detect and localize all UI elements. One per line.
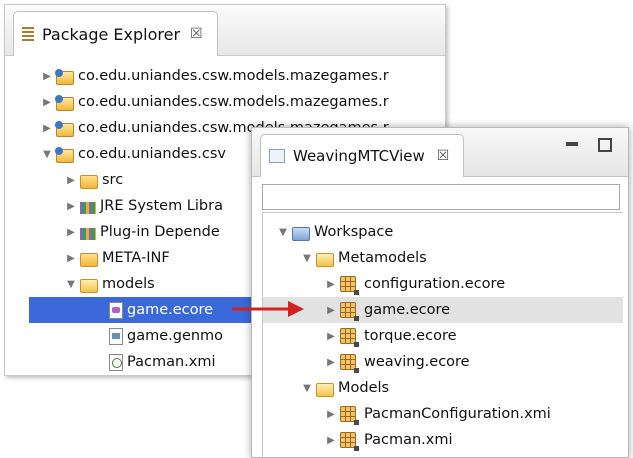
- weaving-mtc-view-panel: WeavingMTCView ☒ ▼ Workspace ▼ Metamodel…: [251, 127, 629, 458]
- tree-item-label: co.edu.uniandes.csw.models.mazegames.r: [78, 68, 389, 84]
- tree-item-label: configuration.ecore: [364, 276, 506, 292]
- tree-item-workspace[interactable]: ▼ Workspace: [277, 219, 393, 245]
- ecore-file-icon: [109, 301, 123, 319]
- tree-item-label: game.ecore: [364, 302, 451, 318]
- folder-icon: [80, 253, 98, 267]
- tree-item-label: game.ecore: [127, 302, 214, 318]
- expand-arrow-icon[interactable]: ▶: [325, 435, 337, 446]
- close-icon[interactable]: ☒: [437, 148, 450, 164]
- plugin-project-icon: [55, 147, 74, 163]
- weaving-view-titlebar: WeavingMTCView ☒: [252, 128, 628, 177]
- folder-open-icon: [316, 253, 334, 267]
- tree-item-game-ecore-highlighted[interactable]: ▶ game.ecore: [263, 297, 623, 323]
- tab-weaving-mtc-view[interactable]: WeavingMTCView ☒: [260, 134, 465, 177]
- expand-arrow-icon[interactable]: ▶: [325, 357, 337, 368]
- mapping-arrow-head: [288, 301, 304, 317]
- tree-item-meta-inf[interactable]: ▶ META-INF: [65, 245, 170, 271]
- weaving-view-icon: [269, 149, 285, 163]
- tree-item-label: game.genmo: [127, 328, 224, 344]
- model-icon: [340, 432, 359, 451]
- tree-item-metamodels[interactable]: ▼ Metamodels: [301, 245, 427, 271]
- tree-item-label: PacmanConfiguration.xmi: [364, 406, 551, 422]
- expand-arrow-icon[interactable]: ▶: [325, 305, 337, 316]
- collapse-arrow-icon[interactable]: ▼: [301, 253, 313, 264]
- tree-item-label: co.edu.uniandes.csv: [78, 146, 227, 162]
- tree-item-project-2[interactable]: ▶ co.edu.uniandes.csw.models.mazegames.r: [41, 89, 389, 115]
- tree-item-torque-ecore[interactable]: ▶ torque.ecore: [325, 323, 457, 349]
- tree-item-project-1[interactable]: ▶ co.edu.uniandes.csw.models.mazegames.r: [41, 63, 389, 89]
- collapse-arrow-icon[interactable]: ▼: [277, 227, 289, 238]
- expand-arrow-icon[interactable]: ▶: [65, 253, 77, 264]
- metamodel-icon: [340, 276, 359, 295]
- expand-arrow-icon[interactable]: ▶: [65, 227, 77, 238]
- tree-item-label: Pacman.xmi: [127, 354, 216, 370]
- tree-item-label: weaving.ecore: [364, 354, 470, 370]
- library-icon: [80, 202, 96, 214]
- tree-item-label: JRE System Libra: [100, 198, 223, 214]
- tree-item-src[interactable]: ▶ src: [65, 167, 123, 193]
- tree-item-label: models: [102, 276, 155, 292]
- tree-item-models[interactable]: ▼ Models: [301, 375, 389, 401]
- folder-open-icon: [316, 383, 334, 397]
- mapping-arrow: [232, 301, 304, 317]
- tree-item-label: src: [102, 172, 124, 188]
- tree-item-label: Pacman.xmi: [364, 432, 453, 448]
- tree-item-configuration-ecore[interactable]: ▶ configuration.ecore: [325, 271, 505, 297]
- package-explorer-icon: [22, 27, 34, 41]
- tree-item-label: Metamodels: [338, 250, 427, 266]
- tree-item-project-4[interactable]: ▼ co.edu.uniandes.csv: [41, 141, 226, 167]
- tab-label: WeavingMTCView: [293, 147, 425, 165]
- genmodel-file-icon: [109, 327, 123, 345]
- tree-item-pacman-xmi[interactable]: ▶ Pacman.xmi: [325, 427, 453, 453]
- plugin-project-icon: [55, 69, 74, 85]
- expand-arrow-icon[interactable]: ▶: [65, 201, 77, 212]
- close-icon[interactable]: ☒: [190, 26, 203, 42]
- expand-arrow-icon[interactable]: ▶: [325, 409, 337, 420]
- source-folder-icon: [80, 175, 98, 189]
- tree-item-label: META-INF: [102, 250, 170, 266]
- plugin-project-icon: [55, 121, 74, 137]
- expand-arrow-icon[interactable]: ▶: [325, 279, 337, 290]
- tree-item-weaving-ecore[interactable]: ▶ weaving.ecore: [325, 349, 470, 375]
- tree-item-label: Models: [338, 380, 390, 396]
- tab-package-explorer[interactable]: Package Explorer ☒: [13, 11, 218, 56]
- xmi-file-icon: [109, 353, 123, 371]
- collapse-arrow-icon[interactable]: ▼: [301, 383, 313, 394]
- expand-arrow-icon[interactable]: ▶: [65, 175, 77, 186]
- metamodel-icon: [340, 302, 359, 321]
- tree-item-label: co.edu.uniandes.csw.models.mazegames.r: [78, 94, 389, 110]
- model-icon: [340, 406, 359, 425]
- expand-arrow-icon[interactable]: ▶: [41, 97, 53, 108]
- minimize-icon[interactable]: [566, 142, 578, 146]
- tree-item-label: Plug-in Depende: [100, 224, 220, 240]
- weaving-tree: ▼ Workspace ▼ Metamodels ▶ configuration…: [262, 212, 623, 457]
- filter-input[interactable]: [262, 184, 620, 210]
- package-explorer-titlebar: Package Explorer ☒: [5, 5, 445, 56]
- expand-arrow-icon[interactable]: ▶: [41, 123, 53, 134]
- tree-item-pacman-xmi[interactable]: Pacman.xmi: [109, 349, 216, 375]
- metamodel-icon: [340, 328, 359, 347]
- tree-item-label: torque.ecore: [364, 328, 457, 344]
- plugin-project-icon: [55, 95, 74, 111]
- folder-open-icon: [80, 279, 98, 293]
- collapse-arrow-icon[interactable]: ▼: [41, 149, 53, 160]
- tree-item-label: Workspace: [314, 224, 394, 240]
- expand-arrow-icon[interactable]: ▶: [41, 71, 53, 82]
- metamodel-icon: [340, 354, 359, 373]
- expand-arrow-icon[interactable]: ▶: [325, 331, 337, 342]
- tab-label: Package Explorer: [42, 24, 181, 44]
- tree-item-pacman-configuration-xmi[interactable]: ▶ PacmanConfiguration.xmi: [325, 401, 551, 427]
- tree-item-models[interactable]: ▼ models: [65, 271, 155, 297]
- tree-item-game-genmodel[interactable]: game.genmo: [109, 323, 223, 349]
- collapse-arrow-icon[interactable]: ▼: [65, 279, 77, 290]
- maximize-icon[interactable]: [598, 138, 612, 152]
- tree-item-plugin-dependencies[interactable]: ▶ Plug-in Depende: [65, 219, 220, 245]
- tree-item-jre-library[interactable]: ▶ JRE System Libra: [65, 193, 223, 219]
- library-icon: [80, 228, 96, 240]
- workspace-icon: [292, 227, 310, 241]
